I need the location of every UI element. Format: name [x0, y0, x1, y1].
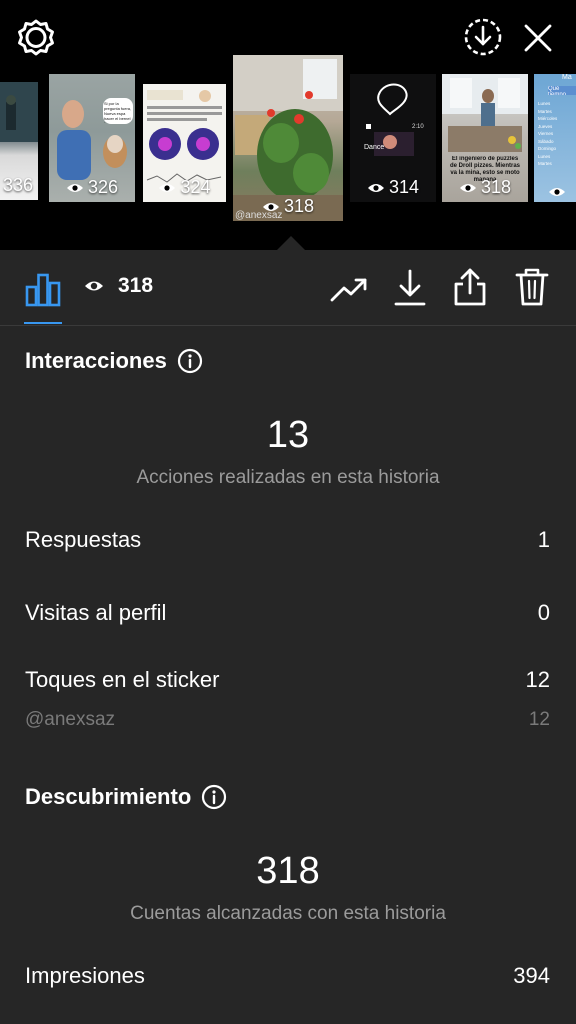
- story-title-text: Qué tiempo...: [548, 86, 576, 95]
- replies-label: Respuestas: [25, 527, 142, 552]
- weather-day: Martes: [538, 108, 552, 114]
- settings-button[interactable]: [14, 16, 58, 60]
- sticker-mention-label[interactable]: @anexsaz: [25, 709, 115, 731]
- delete-button[interactable]: [510, 264, 554, 310]
- story-caption-text: Dance: [364, 144, 385, 151]
- reach-total: 318: [256, 850, 320, 892]
- story-thumbnail[interactable]: Ma Qué tiempo... Lunes Martes Miércoles …: [534, 74, 576, 202]
- eye-icon: [459, 183, 476, 192]
- speech-bubble: Si por la pregunta fuera, Nueva espa hac…: [104, 101, 132, 123]
- promote-button[interactable]: [326, 270, 372, 310]
- viewers-count-value: 318: [118, 274, 154, 297]
- viewers-count[interactable]: 318: [84, 274, 153, 298]
- story-thumbnail[interactable]: 2:10 Dance 314: [350, 74, 436, 202]
- active-tab-indicator: [24, 322, 62, 324]
- view-count-value: 318: [480, 177, 512, 197]
- sticker-mention-value: 12: [528, 709, 550, 730]
- story-view-count: 318: [442, 177, 528, 198]
- view-count-value: 324: [180, 177, 211, 197]
- story-thumbnail[interactable]: El ingeniero de puzzles de Droll pizzes.…: [442, 74, 528, 202]
- close-button[interactable]: [516, 16, 560, 60]
- impressions-value: 394: [513, 963, 550, 988]
- story-thumbnail[interactable]: Si por la pregunta fuera, Nueva espa hac…: [49, 74, 135, 202]
- story-thumbnail-selected[interactable]: @anexsaz 318: [233, 55, 343, 221]
- interactions-title-text: Interacciones: [25, 348, 167, 373]
- interactions-caption: Acciones realizadas en esta historia: [136, 467, 440, 488]
- view-count-value: 318: [283, 196, 315, 216]
- eye-icon: [549, 188, 565, 196]
- discovery-title-text: Descubrimiento: [25, 784, 192, 809]
- download-icon: [394, 269, 426, 306]
- gear-icon: [18, 19, 54, 56]
- story-view-count: 326: [49, 177, 135, 198]
- share-button[interactable]: [448, 264, 492, 310]
- weather-day: Viernes: [538, 131, 554, 136]
- story-thumbnail[interactable]: 324: [143, 84, 226, 202]
- download-circle-icon: [464, 18, 502, 56]
- story-time-text: 2:10: [412, 124, 424, 130]
- weather-day: Jueves: [538, 123, 553, 129]
- close-icon: [524, 24, 552, 52]
- weather-day: Lunes: [538, 101, 551, 106]
- info-icon[interactable]: [201, 784, 227, 810]
- insights-tab[interactable]: [18, 264, 68, 314]
- profile-visits-label: Visitas al perfil: [25, 600, 167, 625]
- weather-day: Miércoles: [538, 116, 558, 121]
- view-count-value: 326: [87, 177, 119, 197]
- story-carousel: 336 Si por la pregunta fuera, Nueva espa…: [0, 0, 576, 250]
- eye-icon: [159, 183, 176, 192]
- share-icon: [454, 268, 486, 306]
- story-view-count: 314: [350, 177, 436, 198]
- insights-toolbar: 318: [0, 250, 576, 326]
- story-header-text: Ma: [562, 74, 572, 81]
- story-view-count: 336: [0, 175, 38, 196]
- weather-day: Martes: [538, 161, 552, 166]
- impressions-label: Impresiones: [25, 963, 145, 988]
- weather-day: Domingo: [538, 146, 557, 151]
- view-count-value: 314: [388, 177, 420, 197]
- trash-icon: [515, 268, 549, 306]
- interactions-section-title: Interacciones: [25, 348, 203, 374]
- info-icon[interactable]: [177, 348, 203, 374]
- save-story-button[interactable]: [460, 14, 506, 60]
- story-view-count: 318: [233, 196, 343, 217]
- sticker-taps-value: 12: [525, 667, 550, 692]
- story-thumbnail[interactable]: 336: [0, 82, 38, 200]
- weather-day: Lunes: [538, 153, 551, 159]
- eye-icon: [85, 281, 103, 291]
- discovery-section-title: Descubrimiento: [25, 784, 227, 810]
- story-view-count: 324: [143, 177, 226, 198]
- download-button[interactable]: [388, 266, 432, 310]
- interactions-total: 13: [266, 414, 310, 456]
- eye-icon: [262, 202, 279, 211]
- view-count-value: 336: [2, 175, 34, 195]
- selected-story-pointer: [277, 236, 305, 250]
- weather-day: Sábado: [538, 138, 554, 144]
- eye-icon: [66, 183, 83, 192]
- trending-up-icon: [330, 278, 367, 302]
- eye-icon: [367, 183, 384, 192]
- story-view-count: [534, 186, 576, 198]
- reach-caption: Cuentas alcanzadas con esta historia: [130, 903, 446, 924]
- weather-day-list: Lunes Martes Miércoles Jueves Viernes Sá…: [538, 100, 568, 168]
- replies-value: 1: [537, 527, 550, 552]
- bar-chart-icon: [25, 273, 61, 307]
- profile-visits-value: 0: [537, 600, 550, 625]
- sticker-taps-label: Toques en el sticker: [25, 667, 220, 692]
